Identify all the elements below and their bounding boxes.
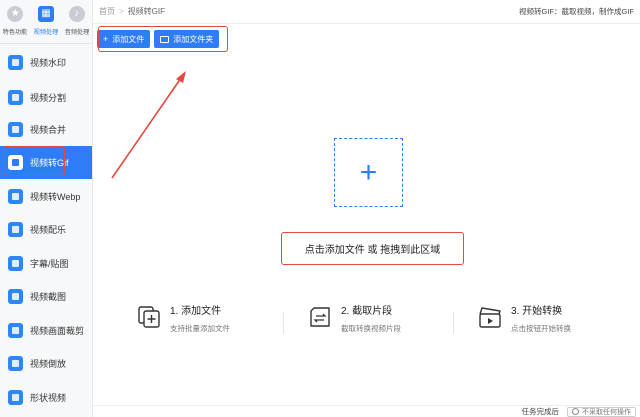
category-label: 视频处理 xyxy=(33,29,59,36)
sidebar-item-watermark[interactable]: 视频水印 xyxy=(0,46,92,79)
category-tab-features[interactable]: ★ 特色功能 xyxy=(0,0,31,43)
highlight-box-gif xyxy=(3,146,65,176)
step-convert: 3. 开始转换 点击按钮开始转换 xyxy=(478,302,571,334)
sidebar: ★ 特色功能 ▦ 视频处理 ♪ 音频处理 视频水印 视频分割 视频合并 视频转G… xyxy=(0,0,93,417)
step-title: 3. 开始转换 xyxy=(511,306,563,317)
add-file-icon xyxy=(138,306,160,328)
step-desc: 点击按钮开始转换 xyxy=(511,324,571,333)
no-action-icon xyxy=(572,408,579,415)
after-task-label: 任务完成后 xyxy=(521,407,560,416)
clapper-icon xyxy=(479,307,501,328)
shape-icon xyxy=(8,390,23,405)
step-desc: 支持批量添加文件 xyxy=(170,324,230,333)
split-icon xyxy=(8,90,23,105)
cut-icon xyxy=(310,307,330,327)
film-icon: ▦ xyxy=(38,6,54,22)
sidebar-item-subtitle[interactable]: 字幕/贴图 xyxy=(0,247,92,280)
category-label: 音频处理 xyxy=(64,29,90,36)
reverse-icon xyxy=(8,356,23,371)
sidebar-item-label: 视频配乐 xyxy=(30,225,67,235)
step-divider xyxy=(283,312,284,334)
drop-hint-box[interactable]: 点击添加文件 或 拖拽到此区域 xyxy=(281,232,464,265)
sidebar-item-label: 形状视频 xyxy=(30,393,67,403)
after-task-option: 不采取任何操作 xyxy=(582,408,631,416)
sidebar-item-label: 视频转Webp xyxy=(30,192,81,202)
steps-guide: 1. 添加文件 支持批量添加文件 2. 截取片段 截取转换视频片段 3. 开始转… xyxy=(93,302,640,342)
sidebar-item-music[interactable]: 视频配乐 xyxy=(0,213,92,246)
sidebar-item-merge[interactable]: 视频合并 xyxy=(0,113,92,146)
sidebar-item-reverse[interactable]: 视频倒放 xyxy=(0,347,92,380)
breadcrumb: 首页 > 视频转GIF xyxy=(99,6,165,17)
sidebar-item-split[interactable]: 视频分割 xyxy=(0,81,92,114)
app-window: ★ 特色功能 ▦ 视频处理 ♪ 音频处理 视频水印 视频分割 视频合并 视频转G… xyxy=(0,0,640,417)
step-divider xyxy=(453,312,454,334)
drop-zone[interactable]: + xyxy=(334,138,403,207)
status-bar: 任务完成后 不采取任何操作 xyxy=(93,405,640,417)
crop-icon xyxy=(8,323,23,338)
sidebar-item-label: 视频截图 xyxy=(30,292,67,302)
sidebar-item-label: 视频水印 xyxy=(30,58,67,68)
screenshot-icon xyxy=(8,289,23,304)
sidebar-item-crop[interactable]: 视频画面裁剪 xyxy=(0,314,92,347)
sidebar-item-label: 视频合并 xyxy=(30,125,67,135)
sidebar-item-label: 字幕/贴图 xyxy=(30,259,69,269)
step-add-file: 1. 添加文件 支持批量添加文件 xyxy=(137,302,230,334)
breadcrumb-current: 视频转GIF xyxy=(127,7,166,16)
step-cut: 2. 截取片段 截取转换视频片段 xyxy=(308,302,401,334)
highlight-box-toolbar xyxy=(98,26,228,52)
category-tab-audio[interactable]: ♪ 音频处理 xyxy=(61,0,92,43)
category-label: 特色功能 xyxy=(2,29,28,36)
breadcrumb-home[interactable]: 首页 xyxy=(99,6,115,17)
sidebar-item-screenshot[interactable]: 视频截图 xyxy=(0,280,92,313)
after-task-select[interactable]: 不采取任何操作 xyxy=(567,406,636,417)
breadcrumb-separator: > xyxy=(119,7,124,16)
sticker-icon xyxy=(8,256,23,271)
music-icon: ♪ xyxy=(68,6,85,22)
sidebar-item-label: 视频分割 xyxy=(30,93,67,103)
webp-icon xyxy=(8,189,23,204)
merge-icon xyxy=(8,122,23,137)
step-title: 2. 截取片段 xyxy=(341,306,393,317)
main-panel: 首页 > 视频转GIF 视频转GIF：截取视频，制作成GIF + 添加文件 添加… xyxy=(93,0,640,417)
sidebar-item-shape[interactable]: 形状视频 xyxy=(0,381,92,414)
category-tabs: ★ 特色功能 ▦ 视频处理 ♪ 音频处理 xyxy=(0,0,92,44)
category-tab-video[interactable]: ▦ 视频处理 xyxy=(31,0,62,43)
sidebar-item-label: 视频倒放 xyxy=(30,359,67,369)
add-plus-icon: + xyxy=(359,155,378,189)
stamp-icon xyxy=(8,55,23,70)
sidebar-item-webp[interactable]: 视频转Webp xyxy=(0,180,92,213)
music-note-icon xyxy=(8,222,23,237)
top-bar: 首页 > 视频转GIF 视频转GIF：截取视频，制作成GIF xyxy=(93,0,640,24)
step-title: 1. 添加文件 xyxy=(170,306,222,317)
drop-hint-text: 点击添加文件 或 拖拽到此区域 xyxy=(304,245,441,256)
step-desc: 截取转换视频片段 xyxy=(341,324,401,333)
feature-tip: 视频转GIF：截取视频，制作成GIF xyxy=(519,7,634,16)
sidebar-item-label: 视频画面裁剪 xyxy=(30,326,85,336)
star-icon: ★ xyxy=(7,6,24,22)
